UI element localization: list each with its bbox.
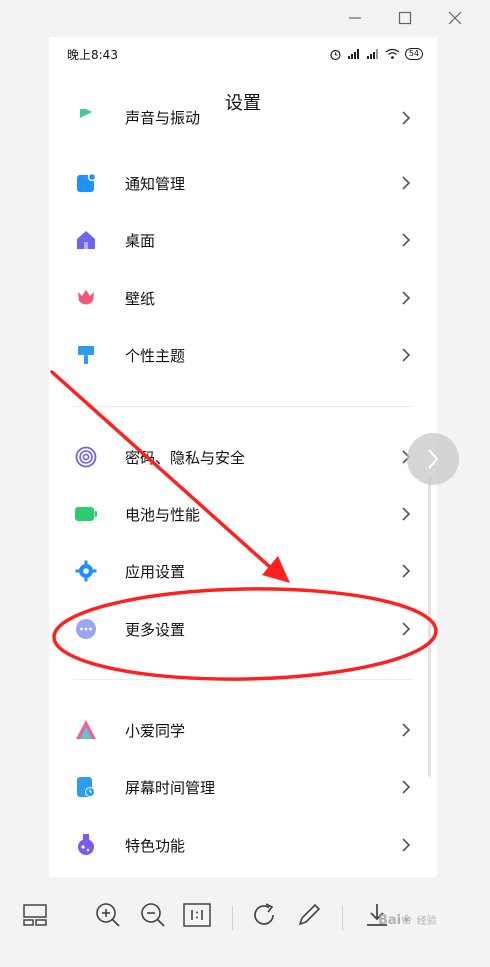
screen-time-icon [75,776,97,798]
chevron-right-icon [402,233,411,247]
thumbnail-view-button[interactable] [20,900,50,930]
signal-icon [347,49,359,59]
toolbar-separator [342,906,343,930]
settings-item-label: 更多设置 [125,620,186,639]
battery-icon [75,503,97,525]
close-icon [448,11,462,25]
settings-item-sound[interactable]: 声音与振动 [49,109,437,137]
edit-button[interactable] [294,900,324,930]
settings-item-wallpaper[interactable]: 壁纸 [49,270,437,326]
settings-item-label: 屏幕时间管理 [125,778,216,797]
minimize-icon [349,17,361,19]
settings-item-label: 小爱同学 [125,721,186,740]
settings-item-more-settings[interactable]: 更多设置 [49,601,437,657]
watermark: Bai❀ 经验 [378,912,437,928]
chevron-right-icon [402,111,411,125]
flask-icon [75,834,97,856]
chevron-right-icon [402,507,411,521]
gear-icon [75,560,97,582]
tulip-icon [75,287,97,309]
settings-item-battery[interactable]: 电池与性能 [49,486,437,542]
chevron-right-icon [402,780,411,794]
next-image-button[interactable] [407,433,459,485]
phone-screenshot: 晚上8:43 54 设置 声音与振动 通知管理 桌面 壁纸 个性主题 密码、隐私… [49,37,437,877]
zoom-out-icon [141,903,165,927]
signal-2-icon [366,49,378,59]
watermark-sub: 经验 [416,916,437,927]
watermark-text: Bai [378,913,402,928]
close-button[interactable] [430,6,480,30]
actual-size-icon [183,903,211,927]
zoom-in-button[interactable] [93,900,123,930]
settings-item-app-settings[interactable]: 应用设置 [49,543,437,599]
settings-item-label: 壁纸 [125,289,156,308]
settings-item-screen-time[interactable]: 屏幕时间管理 [49,759,437,815]
settings-item-themes[interactable]: 个性主题 [49,327,437,383]
home-icon [75,229,97,251]
settings-item-privacy-security[interactable]: 密码、隐私与安全 [49,429,437,485]
actual-size-button[interactable] [182,900,212,930]
fingerprint-icon [75,446,97,468]
settings-item-notifications[interactable]: 通知管理 [49,155,437,211]
notification-icon [75,172,97,194]
more-icon [75,618,97,640]
settings-item-label: 个性主题 [125,346,186,365]
chevron-right-icon [402,291,411,305]
settings-item-label: 通知管理 [125,174,186,193]
chevron-right-icon [402,838,411,852]
chevron-right-icon [428,449,439,469]
toolbar-separator [232,906,233,930]
wifi-icon [385,48,400,59]
settings-item-xiaoai[interactable]: 小爱同学 [49,702,437,758]
xiaoai-icon [75,719,97,741]
chevron-right-icon [402,564,411,578]
paw-icon: ❀ [401,913,413,928]
image-viewer-window: 晚上8:43 54 设置 声音与振动 通知管理 桌面 壁纸 个性主题 密码、隐私… [0,0,490,967]
minimize-button[interactable] [330,6,380,30]
sound-icon [75,109,97,123]
chevron-right-icon [402,723,411,737]
settings-item-home-screen[interactable]: 桌面 [49,212,437,268]
battery-badge: 54 [404,48,423,60]
thumbnail-icon [23,904,47,926]
settings-item-label: 电池与性能 [125,505,201,524]
pencil-icon [298,903,321,926]
status-time: 晚上8:43 [67,47,118,62]
settings-item-label: 特色功能 [125,836,186,855]
section-divider [73,406,413,407]
maximize-icon [398,11,412,25]
status-bar: 晚上8:43 54 [49,37,437,71]
settings-item-label: 声音与振动 [125,109,201,127]
zoom-in-icon [96,903,120,927]
zoom-out-button[interactable] [138,900,168,930]
settings-item-special-features[interactable]: 特色功能 [49,817,437,873]
status-icons: 54 [329,48,423,61]
chevron-right-icon [402,622,411,636]
settings-item-label: 密码、隐私与安全 [125,448,246,467]
section-divider [73,679,413,680]
rotate-icon [254,903,274,925]
maximize-button[interactable] [380,6,430,30]
alarm-icon [330,49,341,60]
scrollbar[interactable] [428,477,431,777]
rotate-button[interactable] [250,900,280,930]
settings-item-label: 应用设置 [125,562,186,581]
chevron-right-icon [402,176,411,190]
settings-item-label: 桌面 [125,231,156,250]
window-controls [330,6,480,30]
brush-icon [75,344,97,366]
chevron-right-icon [402,348,411,362]
